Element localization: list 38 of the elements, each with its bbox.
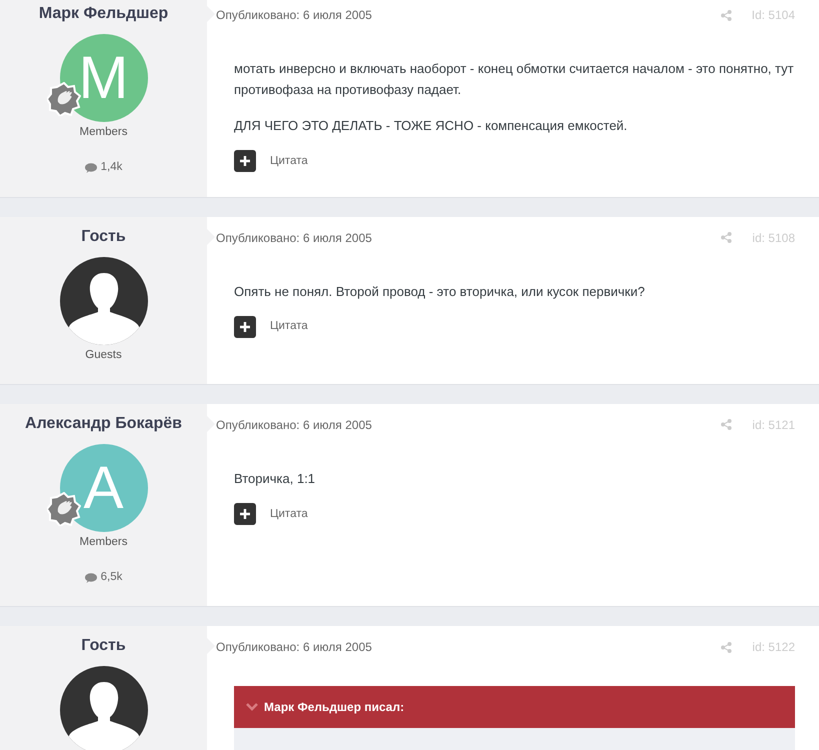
badge-icon (46, 82, 80, 116)
post-text: мотать инверсно и включать наоборот - конец обмотки считается началом - это понятно, тут противофаза на противофазу падает. (234, 60, 795, 100)
author-name[interactable]: Гость (81, 634, 126, 658)
post-date: Опубликовано: 6 июля 2005 (216, 230, 372, 246)
add-quote-button[interactable] (234, 503, 256, 526)
author-name[interactable]: Марк Фельдшер (38, 2, 168, 26)
user-group: Guests (85, 346, 122, 364)
share-icon[interactable] (721, 232, 732, 243)
avatar-letter: A (83, 458, 124, 518)
share-icon[interactable] (721, 642, 732, 653)
user-group: Members (80, 124, 128, 142)
user-group: Members (80, 534, 128, 551)
chevron-down-icon[interactable] (246, 703, 258, 712)
quote-link[interactable]: Цитата (270, 506, 308, 523)
comment-icon (84, 572, 97, 583)
post-date: Опубликовано: 6 июля 2005 (216, 7, 372, 24)
author-name[interactable]: Гость (81, 224, 126, 248)
author-name[interactable]: Александр Бокарёв (25, 412, 182, 436)
avatar-letter: M (78, 48, 128, 108)
plus-icon (240, 322, 250, 332)
post-date: Опубликовано: 6 июля 2005 (216, 639, 372, 656)
comment-icon (84, 162, 97, 173)
post-text: Опять не понял. Второй провод - это вторичка, или кусок первички? (234, 282, 646, 301)
post-text: Вторичка, 1:1 (234, 470, 316, 488)
post-count: 1,4k (100, 160, 122, 176)
share-icon[interactable] (721, 419, 732, 430)
badge-icon (46, 492, 80, 526)
post-text: ДЛЯ ЧЕГО ЭТО ДЕЛАТЬ - ТОЖЕ ЯСНО - компенсация емкостей. (234, 116, 628, 135)
add-quote-button[interactable] (234, 316, 256, 338)
add-quote-button[interactable] (234, 150, 256, 172)
post-count: 6,5k (100, 570, 122, 585)
quote-author: Марк Фельдшер писал: (264, 699, 404, 716)
post-date: Опубликовано: 6 июля 2005 (216, 416, 372, 434)
plus-icon (240, 509, 250, 520)
share-icon[interactable] (720, 10, 732, 20)
quote-link[interactable]: Цитата (270, 152, 308, 170)
quote-link[interactable]: Цитата (270, 318, 308, 336)
plus-icon (240, 156, 250, 166)
